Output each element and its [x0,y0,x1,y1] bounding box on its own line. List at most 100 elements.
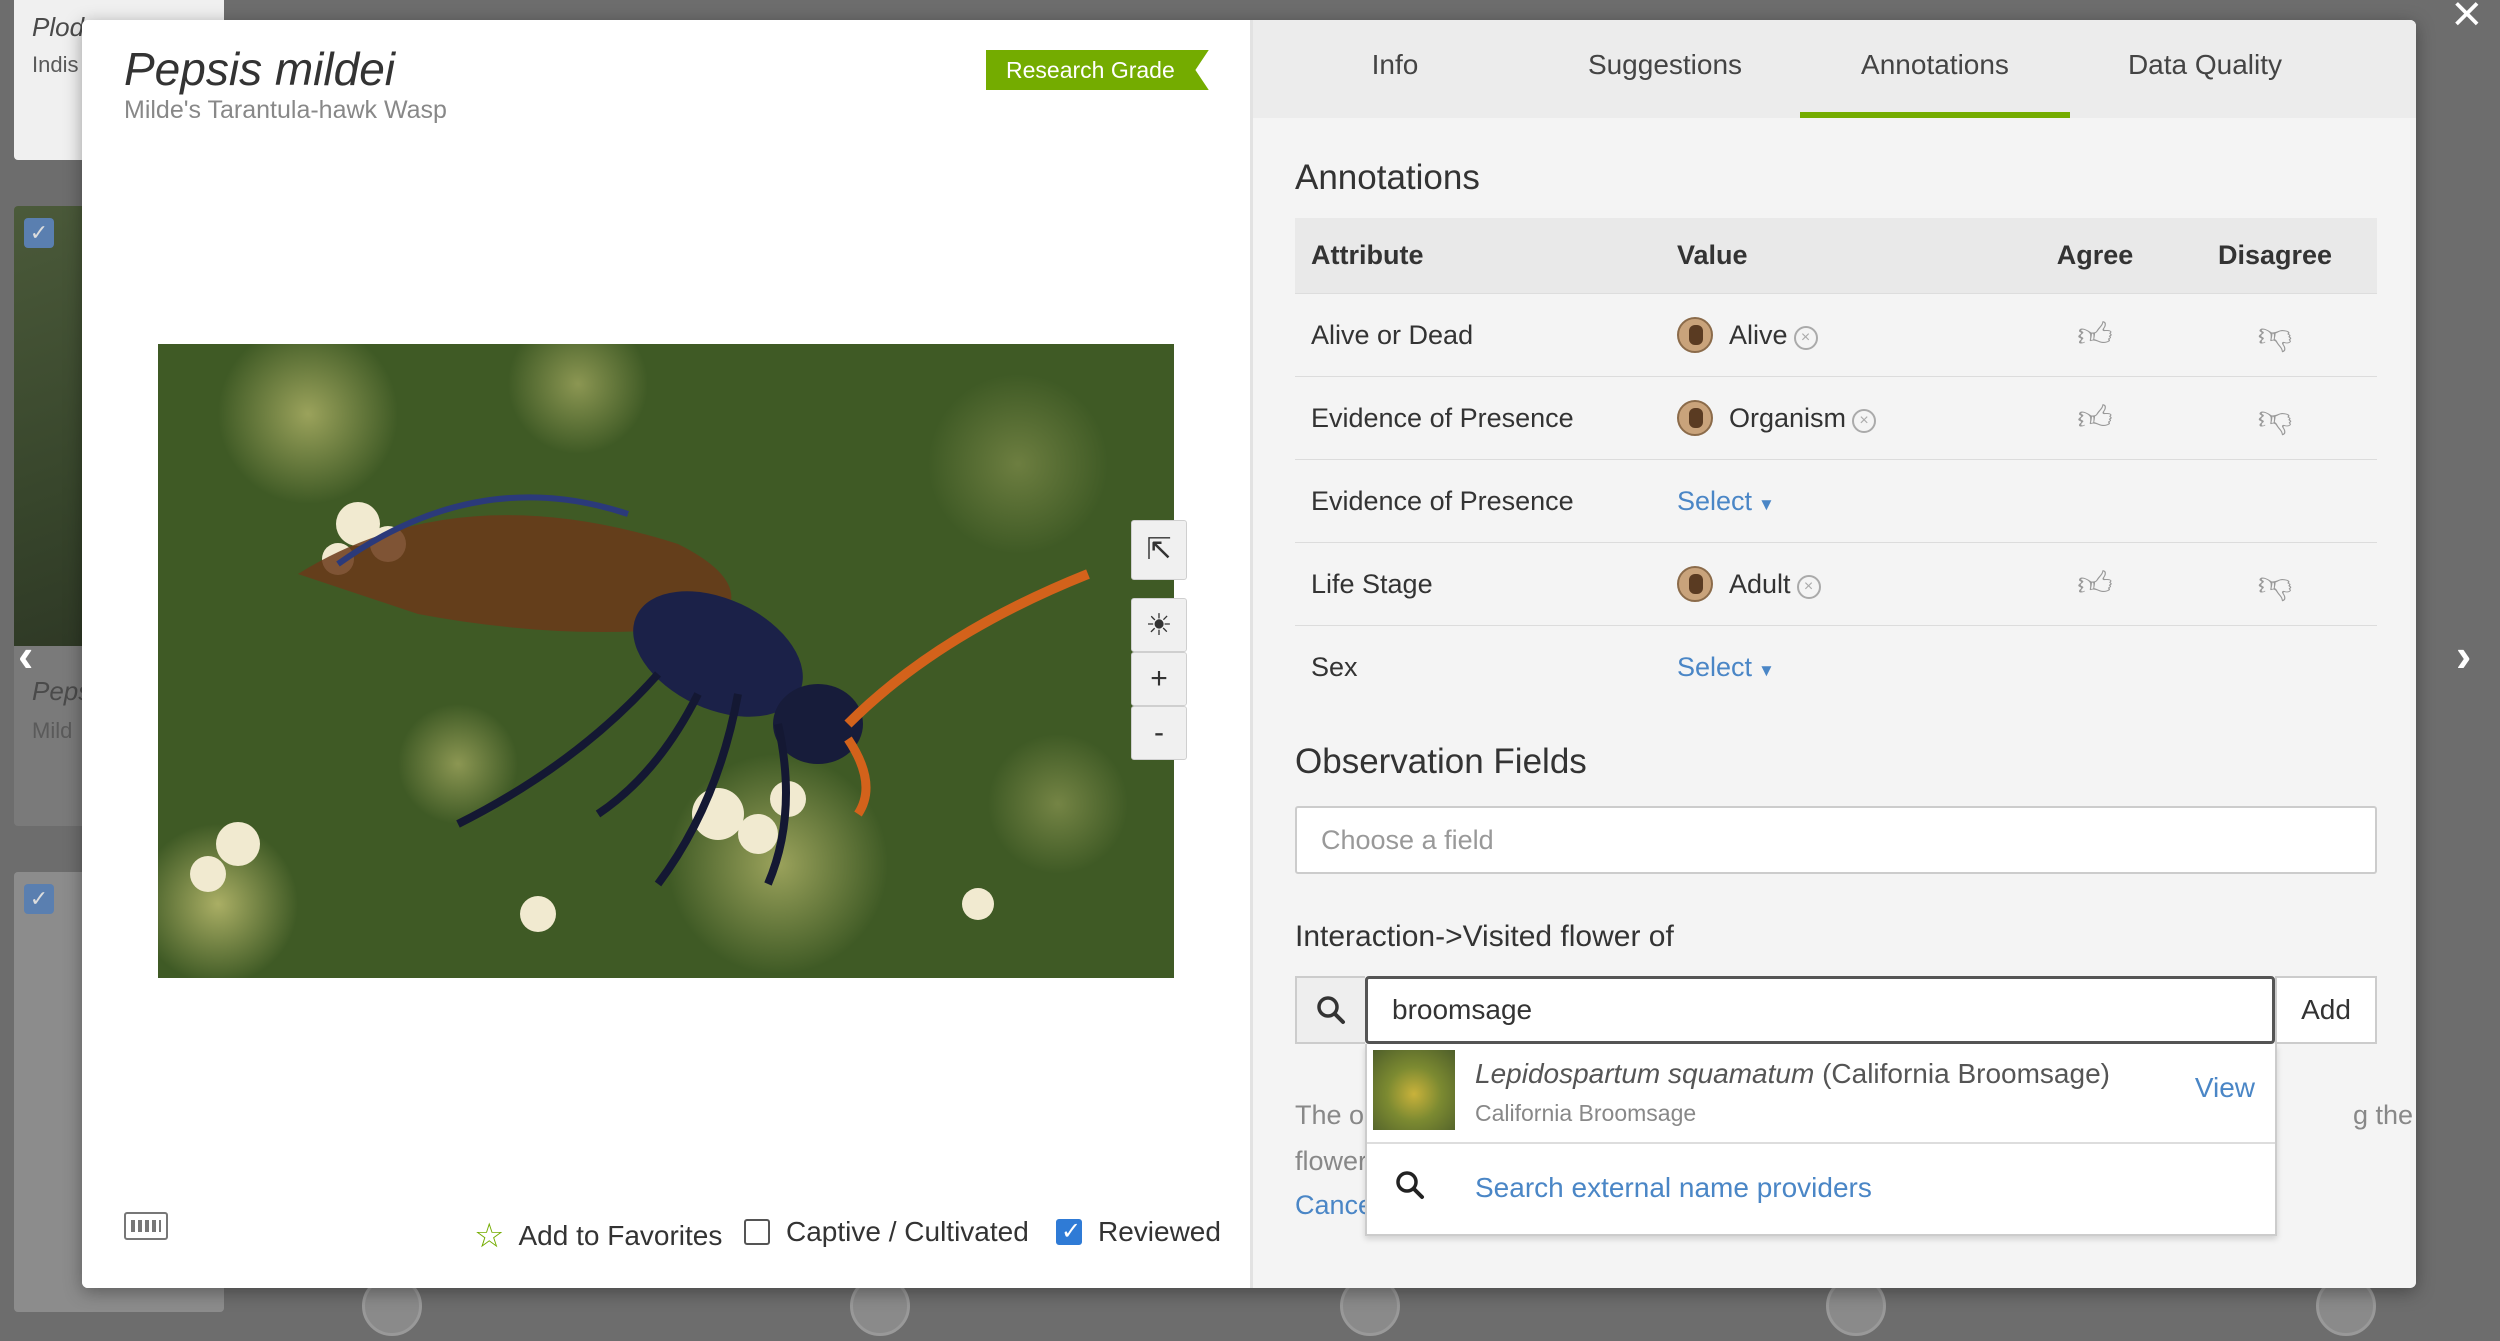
wasp-photo-illustration [158,344,1174,978]
background-card-subtitle: Indis [32,52,79,77]
background-card-title: Plod [32,12,85,42]
field-description-text: flower [1295,1146,1368,1176]
annotation-row: Alive or Dead Alive × 👍︎ 👎︎ [1295,294,2377,377]
search-icon [1317,996,1345,1024]
field-description-text: g the [2353,1100,2414,1130]
quality-grade-badge: Research Grade [986,50,1209,90]
search-external-providers-item[interactable]: Search external name providers [1367,1146,2275,1234]
user-avatar[interactable] [1677,566,1713,602]
annotations-table-header: Attribute Value Agree Disagree [1295,218,2377,294]
column-header-attribute: Attribute [1311,240,1424,270]
star-icon: ☆ [474,1217,505,1255]
autocomplete-result-item[interactable]: Lepidospartum squamatum (California Broo… [1367,1044,2275,1144]
remove-annotation-icon[interactable]: × [1796,575,1821,599]
annotation-value-label: Adult [1729,568,1791,599]
captive-cultivated-toggle[interactable]: Captive / Cultivated [744,1216,1029,1248]
observation-photo[interactable] [158,344,1174,978]
open-photo-external-button[interactable]: ⇱ [1131,520,1187,580]
scientific-name[interactable]: Pepsis mildei [124,42,395,96]
column-header-agree: Agree [2056,240,2134,270]
add-field-button[interactable]: Add [2275,976,2377,1044]
thumbs-up-icon: 👍︎ [2077,315,2113,354]
brightness-button[interactable]: ☀ [1131,598,1187,652]
agree-button[interactable]: 👍︎ [1995,294,2195,376]
cancel-link[interactable]: Cance [1295,1190,1373,1221]
annotation-attribute: Alive or Dead [1311,319,1474,350]
tab-data-quality[interactable]: Data Quality [2070,20,2340,118]
reviewed-toggle[interactable]: Reviewed [1056,1216,1221,1248]
field-description-text: The o [1295,1100,1365,1130]
zoom-out-button[interactable]: - [1131,706,1187,760]
disagree-button[interactable]: 👎︎ [2195,294,2355,376]
annotation-select-dropdown[interactable]: Select ▼ [1677,626,1775,709]
keyboard-shortcuts-icon[interactable] [124,1212,168,1240]
captive-label: Captive / Cultivated [786,1216,1029,1247]
tab-bar: Info Suggestions Annotations Data Qualit… [1253,20,2416,118]
result-common-name: California Broomsage [1475,1100,1697,1126]
remove-annotation-icon[interactable]: × [1793,326,1818,350]
taxon-autocomplete-dropdown: Lepidospartum squamatum (California Broo… [1365,1044,2277,1236]
tab-info[interactable]: Info [1260,20,1530,118]
observation-field-label: Interaction->Visited flower of [1295,920,1674,953]
observation-fields-heading: Observation Fields [1295,742,1587,781]
agree-button[interactable]: 👍︎ [1995,543,2195,625]
annotation-value-label: Organism [1729,402,1847,433]
result-common-paren: (California Broomsage) [1814,1058,2110,1089]
taxon-search-button[interactable] [1295,976,1365,1044]
annotation-value-label: Alive [1729,319,1788,350]
disagree-button[interactable]: 👎︎ [2195,543,2355,625]
photo-pane: Pepsis mildei Milde's Tarantula-hawk Was… [82,20,1250,1288]
annotation-row: Life Stage Adult × 👍︎ 👎︎ [1295,543,2377,626]
result-scientific-name: Lepidospartum squamatum [1475,1058,1815,1089]
details-pane: Info Suggestions Annotations Data Qualit… [1250,20,2416,1288]
background-card-checkbox[interactable]: ✓ [24,218,54,248]
view-taxon-link[interactable]: View [2195,1072,2255,1104]
agree-button[interactable]: 👍︎ [1995,377,2195,459]
tab-suggestions[interactable]: Suggestions [1530,20,1800,118]
caret-down-icon: ▼ [1758,661,1775,680]
reviewed-label: Reviewed [1098,1216,1221,1247]
thumbs-down-icon: 👎︎ [2257,315,2293,354]
user-avatar[interactable] [1677,317,1713,353]
annotation-attribute: Life Stage [1311,568,1433,599]
annotation-row: Sex Select ▼ [1295,626,2377,709]
common-name: Milde's Tarantula-hawk Wasp [124,96,447,124]
column-header-value: Value [1677,240,1748,270]
annotation-row: Evidence of Presence Select ▼ [1295,460,2377,543]
annotation-value: Organism × [1677,377,1877,459]
choose-field-input[interactable]: Choose a field [1295,806,2377,874]
annotation-value: Adult × [1677,543,1821,625]
thumbs-down-icon: 👎︎ [2257,398,2293,437]
taxon-search-input[interactable]: broomsage [1365,976,2275,1044]
annotations-heading: Annotations [1295,158,1480,197]
captive-checkbox[interactable] [744,1219,770,1245]
close-modal-button[interactable]: × [2452,0,2482,40]
remove-annotation-icon[interactable]: × [1852,409,1877,433]
zoom-in-button[interactable]: + [1131,652,1187,706]
observation-modal: Pepsis mildei Milde's Tarantula-hawk Was… [82,20,2416,1288]
thumbs-up-icon: 👍︎ [2077,398,2113,437]
taxon-thumbnail [1373,1050,1455,1130]
background-card-checkbox[interactable]: ✓ [24,884,54,914]
thumbs-up-icon: 👍︎ [2077,564,2113,603]
annotation-row: Evidence of Presence Organism × 👍︎ 👎︎ [1295,377,2377,460]
thumbs-down-icon: 👎︎ [2257,564,2293,603]
annotation-attribute: Evidence of Presence [1311,485,1574,516]
add-to-favorites-button[interactable]: ☆ Add to Favorites [474,1216,722,1256]
annotation-value: Alive × [1677,294,1818,376]
select-label: Select [1677,652,1753,682]
annotations-table: Attribute Value Agree Disagree Alive or … [1295,218,2377,709]
column-header-disagree: Disagree [2217,240,2333,270]
select-label: Select [1677,485,1753,516]
tab-annotations[interactable]: Annotations [1800,20,2070,118]
search-external-label: Search external name providers [1475,1172,1872,1203]
annotation-select-dropdown[interactable]: Select ▼ [1677,460,1775,542]
disagree-button[interactable]: 👎︎ [2195,377,2355,459]
reviewed-checkbox[interactable] [1056,1217,1082,1246]
next-observation-button[interactable]: › [2456,628,2471,682]
result-name: Lepidospartum squamatum (California Broo… [1475,1058,2110,1090]
previous-observation-button[interactable]: ‹ [18,628,33,682]
user-avatar[interactable] [1677,400,1713,436]
annotation-attribute: Sex [1311,652,1358,682]
search-icon [1396,1171,1424,1199]
